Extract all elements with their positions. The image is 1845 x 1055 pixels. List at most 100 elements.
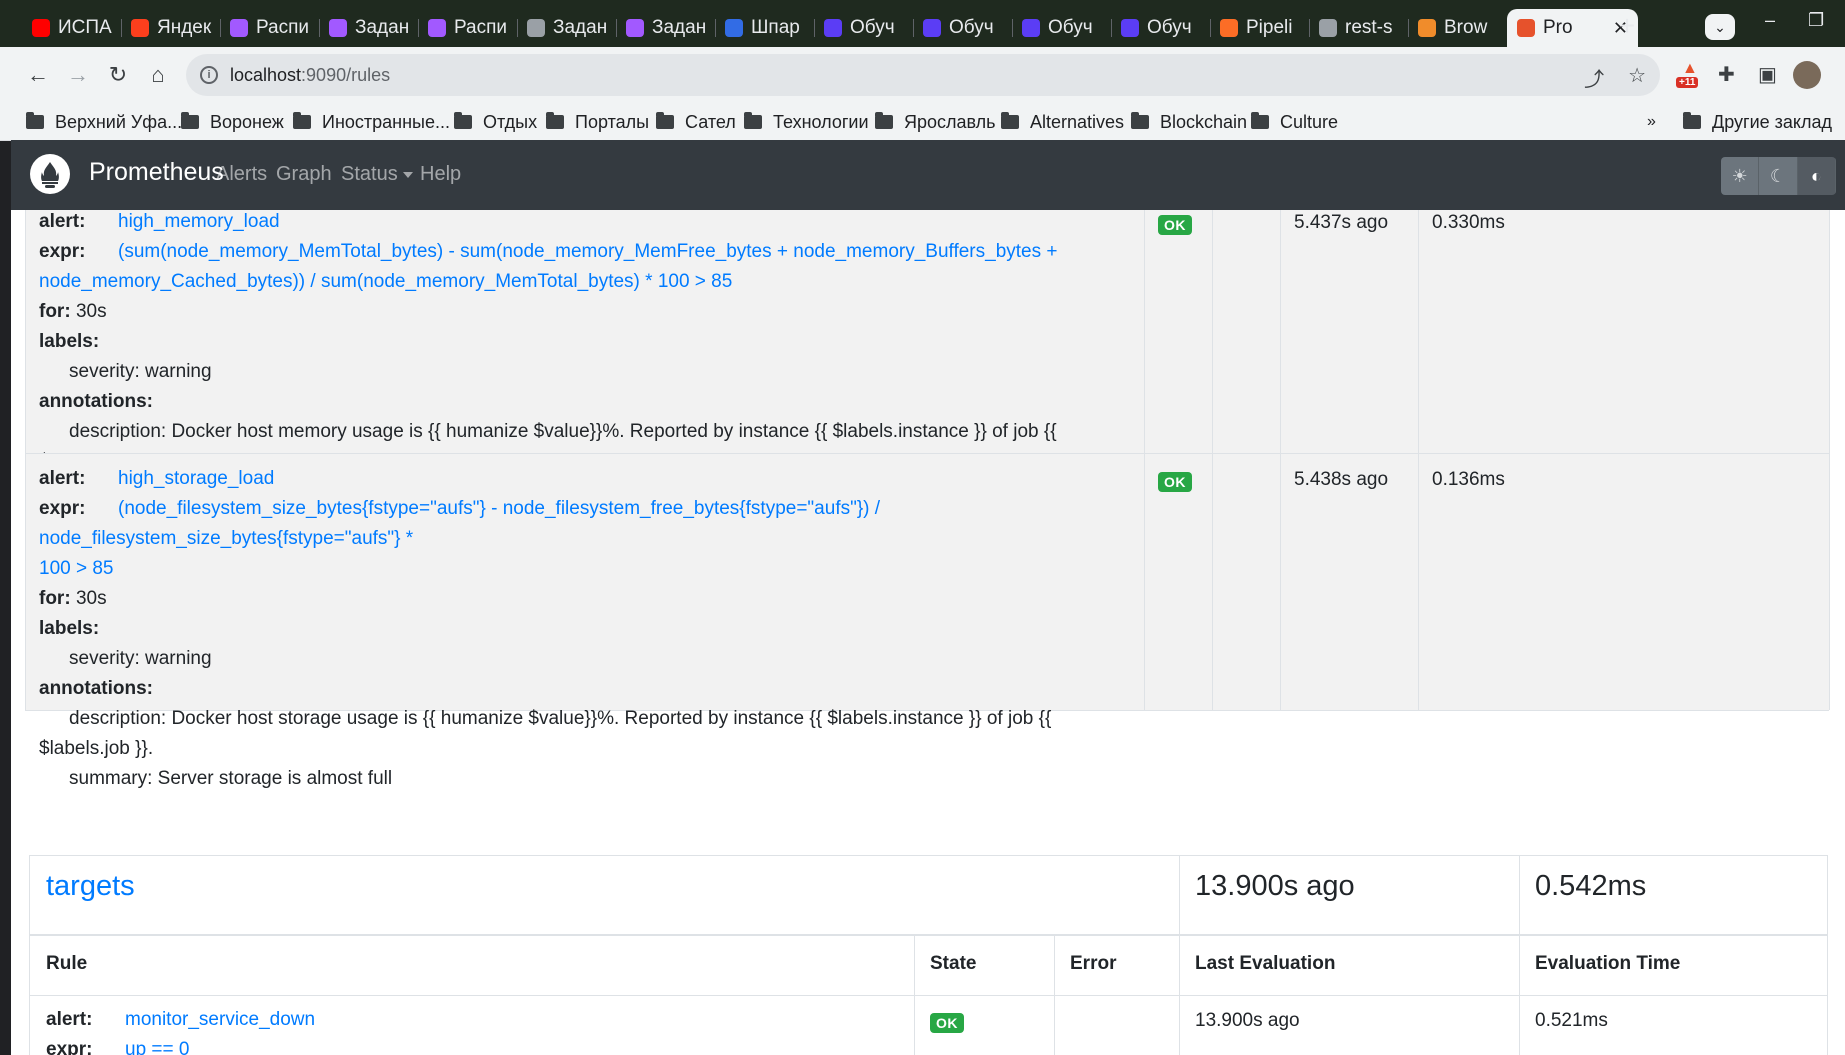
share-icon[interactable]: ⤴ (1584, 63, 1604, 92)
kubernetes-icon (725, 19, 743, 37)
bookmark-folder[interactable]: Верхний Уфа... (26, 108, 182, 136)
tab[interactable]: Шпар (715, 9, 814, 47)
nav-status[interactable]: Status (341, 163, 413, 186)
alert-name-link[interactable]: high_storage_load (118, 468, 274, 489)
bookmark-folder[interactable]: Culture (1251, 108, 1338, 136)
rule-last-evaluation: 5.437s ago (1294, 212, 1389, 233)
bookmark-folder[interactable]: Blockchain (1131, 108, 1247, 136)
tab-search-button[interactable]: ⌄ (1705, 14, 1735, 40)
globe-icon (527, 19, 545, 37)
back-button[interactable]: ← (24, 61, 52, 89)
for-value: 30s (75, 588, 107, 609)
nav-graph[interactable]: Graph (276, 163, 332, 186)
profile-avatar[interactable] (1793, 61, 1821, 89)
tab-label: Распи (454, 17, 508, 38)
tab[interactable]: Задан (616, 9, 715, 47)
tab[interactable]: Обуч (1111, 9, 1210, 47)
tab-label: rest-s (1345, 17, 1393, 38)
bookmark-folder[interactable]: Технологии (744, 108, 869, 136)
extensions-puzzle-icon[interactable]: ✚ (1718, 62, 1735, 87)
minimize-icon[interactable]: – (1765, 10, 1775, 31)
tab[interactable]: Распи (418, 9, 517, 47)
light-theme-button[interactable]: ☀ (1721, 157, 1760, 195)
address-bar[interactable]: i localhost:9090/rules ⤴ ☆ (186, 54, 1660, 96)
figma-icon (329, 19, 347, 37)
tab[interactable]: Pipeli (1210, 9, 1309, 47)
auto-theme-button[interactable]: ◐ (1797, 157, 1836, 195)
bookmarks-bar: Верхний Уфа... Воронеж Иностранные... Отдых… (0, 104, 1845, 141)
tab-label: Обуч (949, 17, 994, 38)
prometheus-logo-icon[interactable] (30, 154, 70, 194)
nav-alerts[interactable]: Alerts (216, 163, 267, 186)
bookmark-folder[interactable]: Сател (656, 108, 736, 136)
bookmark-folder[interactable]: Порталы (546, 108, 649, 136)
tab-list: ИСПА Яндек Распи Задан Распи Задан Задан Шпар Об… (22, 9, 1638, 47)
side-panel-icon[interactable]: ▣ (1758, 62, 1777, 87)
bookmarks-overflow-button[interactable]: » (1647, 108, 1656, 136)
alert-name-link[interactable]: monitor_service_down (125, 1009, 315, 1030)
url-text[interactable]: localhost:9090/rules (230, 65, 390, 86)
tab[interactable]: Brow (1408, 9, 1507, 47)
tab-label: Обуч (1147, 17, 1192, 38)
column-header-last-evaluation: Last Evaluation (1195, 953, 1336, 974)
folder-icon (1683, 112, 1701, 129)
gitlab-icon (1220, 19, 1238, 37)
yandex-icon (131, 19, 149, 37)
figma-icon (626, 19, 644, 37)
rule-definition: alert: high_storage_load expr: (node_filesy… (39, 468, 1052, 789)
brand-title[interactable]: Prometheus (89, 158, 224, 187)
browserstack-icon (1418, 19, 1436, 37)
group-name-link[interactable]: targets (46, 870, 135, 903)
chevron-down-icon (402, 171, 413, 178)
reload-button[interactable]: ↻ (104, 61, 132, 89)
bookmark-folder[interactable]: Отдых (454, 108, 537, 136)
tab[interactable]: Задан (517, 9, 616, 47)
restore-icon[interactable]: ❐ (1808, 10, 1824, 31)
folder-icon (1251, 112, 1269, 129)
rule-group-card: targets 13.900s ago 0.542ms Rule State E… (29, 855, 1828, 1055)
bookmark-star-icon[interactable]: ☆ (1628, 63, 1646, 92)
extension-button[interactable]: ▲ +11 (1676, 60, 1704, 88)
tab[interactable]: Задан (319, 9, 418, 47)
tab[interactable]: Яндек (121, 9, 220, 47)
dark-theme-button[interactable]: ☾ (1759, 157, 1798, 195)
rule-evaluation-time: 0.136ms (1432, 469, 1505, 490)
tab[interactable]: rest-s (1309, 9, 1408, 47)
new-tab-button[interactable]: + (1612, 12, 1642, 42)
tab[interactable]: Обуч (913, 9, 1012, 47)
bookmark-folder[interactable]: Ярославль (875, 108, 996, 136)
bookmark-folder[interactable]: Иностранные... (293, 108, 450, 136)
status-badge: OK (1158, 472, 1192, 492)
bookmark-folder[interactable]: Alternatives (1001, 108, 1124, 136)
expr-link[interactable]: (node_filesystem_size_bytes{fstype="aufs… (39, 498, 880, 579)
theme-toggle-group: ☀ ☾ ◐ (1721, 157, 1836, 195)
for-value: 30s (75, 301, 107, 322)
tab[interactable]: ИСПА (22, 9, 121, 47)
alert-name-link[interactable]: high_memory_load (118, 211, 280, 232)
tab-strip: ИСПА Яндек Распи Задан Распи Задан Задан Шпар Об… (0, 0, 1845, 47)
table-row: alert: monitor_service_down expr: up == 0 (46, 1005, 315, 1055)
folder-icon (875, 112, 893, 129)
extension-icon: ▲ (1682, 60, 1698, 77)
figma-icon (230, 19, 248, 37)
status-badge: OK (930, 1013, 964, 1033)
tab-label: Brow (1444, 17, 1488, 38)
tab[interactable]: Распи (220, 9, 319, 47)
group-evaluation-time: 0.542ms (1535, 870, 1647, 902)
rule-evaluation-time: 0.330ms (1432, 212, 1505, 233)
figma-icon (428, 19, 446, 37)
annotation-summary: summary: Server storage is almost full (69, 768, 393, 789)
expr-link[interactable]: (sum(node_memory_MemTotal_bytes) - sum(n… (39, 241, 1058, 292)
bookmark-folder[interactable]: Воронеж (181, 108, 284, 136)
home-button[interactable]: ⌂ (144, 61, 172, 89)
site-info-icon[interactable]: i (200, 66, 218, 84)
tab[interactable]: Обуч (1012, 9, 1111, 47)
bookmark-folder-other[interactable]: Другие заклад (1683, 108, 1832, 136)
expr-link[interactable]: up == 0 (125, 1039, 189, 1055)
tab-label: Шпар (751, 17, 800, 38)
skillbox-icon (1121, 19, 1139, 37)
forward-button[interactable]: → (64, 61, 92, 89)
nav-help[interactable]: Help (420, 163, 461, 186)
column-header-rule: Rule (46, 953, 88, 974)
tab[interactable]: Обуч (814, 9, 913, 47)
